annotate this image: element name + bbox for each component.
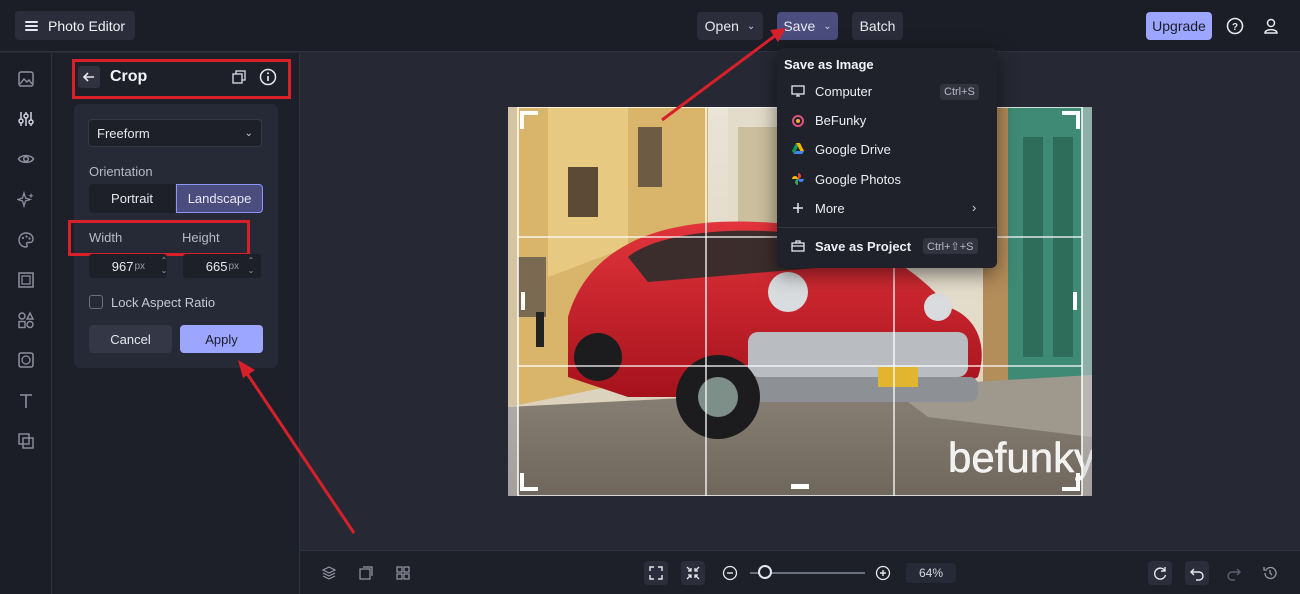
- redo-icon[interactable]: [1222, 561, 1246, 585]
- save-google-drive-item[interactable]: Google Drive: [791, 139, 891, 159]
- monitor-icon: [791, 84, 805, 98]
- landscape-button[interactable]: Landscape: [176, 184, 263, 213]
- ratio-select[interactable]: Freeform ⌄: [88, 119, 262, 147]
- height-stepper[interactable]: ⌃ ⌄: [244, 254, 258, 278]
- zoom-slider-thumb[interactable]: [758, 565, 772, 579]
- plus-icon: [791, 201, 805, 215]
- apply-button[interactable]: Apply: [180, 325, 263, 353]
- upgrade-button[interactable]: Upgrade: [1146, 12, 1212, 40]
- open-button[interactable]: Open ⌄: [697, 12, 763, 40]
- save-button[interactable]: Save ⌄: [777, 12, 838, 40]
- height-unit: px: [228, 260, 239, 272]
- save-as-project-item[interactable]: Save as Project: [791, 236, 911, 256]
- image-icon[interactable]: [16, 69, 36, 89]
- portrait-button[interactable]: Portrait: [89, 184, 175, 213]
- chevron-right-icon: ›: [972, 200, 977, 215]
- chevron-down-icon: ⌄: [823, 20, 832, 32]
- app-title: Photo Editor: [48, 17, 126, 34]
- chevron-down-icon: ⌄: [244, 127, 253, 139]
- text-icon[interactable]: [16, 391, 36, 411]
- zoom-out-icon[interactable]: [718, 561, 742, 585]
- height-value: 665: [205, 258, 228, 274]
- save-befunky-label: BeFunky: [815, 112, 867, 128]
- save-google-drive-label: Google Drive: [815, 141, 891, 157]
- orientation-label: Orientation: [89, 164, 153, 179]
- photo-editor-menu-button[interactable]: Photo Editor: [15, 11, 136, 40]
- shortcut-computer: Ctrl+S: [940, 84, 979, 100]
- shapes-icon[interactable]: [16, 310, 36, 330]
- save-computer-label: Computer: [815, 83, 873, 99]
- highlight-box-header: [72, 59, 291, 99]
- eye-icon[interactable]: [16, 149, 36, 169]
- open-label: Open: [704, 18, 739, 34]
- save-befunky-item[interactable]: BeFunky: [791, 110, 866, 130]
- google-photos-icon: [791, 172, 805, 186]
- chevron-down-icon: ⌄: [746, 20, 756, 32]
- save-label: Save: [783, 18, 816, 34]
- top-bar: [0, 0, 1300, 52]
- history-icon[interactable]: [1258, 561, 1282, 585]
- width-unit: px: [134, 260, 145, 272]
- lock-aspect-checkbox[interactable]: [89, 295, 103, 309]
- cancel-button[interactable]: Cancel: [89, 325, 172, 353]
- save-more-item[interactable]: More: [791, 198, 983, 218]
- grid-icon[interactable]: [391, 561, 415, 585]
- batch-label: Batch: [859, 18, 896, 34]
- befunky-watermark: befunky: [948, 434, 1092, 481]
- zoom-in-icon[interactable]: [871, 561, 895, 585]
- width-input[interactable]: 967 px: [89, 254, 167, 278]
- batch-button[interactable]: Batch: [852, 12, 903, 40]
- width-stepper[interactable]: ⌃ ⌄: [157, 254, 171, 278]
- zoom-value[interactable]: 64%: [906, 563, 956, 583]
- sparkles-icon[interactable]: [16, 190, 36, 210]
- layers-icon[interactable]: [16, 431, 36, 451]
- befunky-icon: [791, 113, 805, 127]
- save-more-label: More: [815, 200, 845, 216]
- google-drive-icon: [791, 142, 805, 156]
- ratio-select-value: Freeform: [97, 125, 150, 141]
- lock-aspect-label: Lock Aspect Ratio: [111, 295, 216, 310]
- save-google-photos-item[interactable]: Google Photos: [791, 169, 901, 189]
- rotate-icon[interactable]: [1148, 561, 1172, 585]
- save-as-project-label: Save as Project: [815, 238, 912, 254]
- help-icon[interactable]: ?: [1224, 15, 1246, 37]
- menu-divider: [778, 227, 996, 228]
- shortcut-project: Ctrl+⇧+S: [923, 238, 978, 254]
- width-value: 967: [111, 258, 134, 274]
- frame-icon[interactable]: [16, 270, 36, 290]
- save-google-photos-label: Google Photos: [815, 171, 902, 187]
- compare-icon[interactable]: [354, 561, 378, 585]
- fit-screen-icon[interactable]: [644, 561, 668, 585]
- sliders-icon[interactable]: [16, 109, 36, 129]
- briefcase-icon: [791, 239, 805, 253]
- highlight-box-dimensions: [68, 220, 250, 256]
- layers-stack-icon[interactable]: [317, 561, 341, 585]
- texture-icon[interactable]: [16, 350, 36, 370]
- save-as-image-heading: Save as Image: [784, 57, 874, 72]
- svg-text:?: ?: [1232, 22, 1238, 33]
- user-icon[interactable]: [1260, 15, 1282, 37]
- undo-icon[interactable]: [1185, 561, 1209, 585]
- palette-icon[interactable]: [16, 230, 36, 250]
- hamburger-icon: [25, 20, 38, 31]
- actual-size-icon[interactable]: [681, 561, 705, 585]
